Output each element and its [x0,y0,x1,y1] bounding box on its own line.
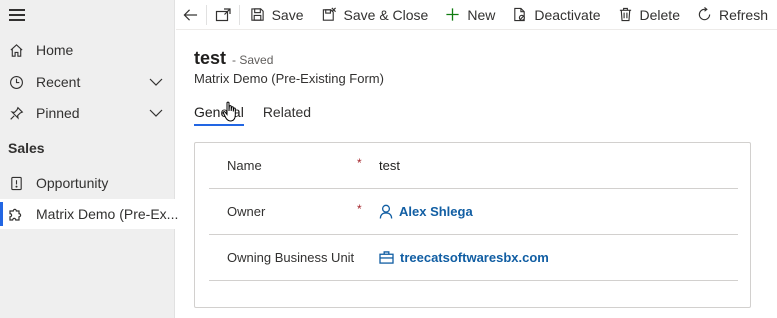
pin-icon [8,105,24,121]
puzzle-icon [8,206,24,222]
form-selector[interactable]: Matrix Demo (Pre-Existing Form) [194,71,384,86]
delete-button[interactable]: Delete [610,0,689,30]
briefcase-icon [379,251,394,264]
opportunity-icon [8,175,24,191]
sidebar-item-label: Pinned [36,105,80,121]
sidebar: Home Recent Pinned Sales Opportunity Mat… [0,0,179,318]
sidebar-group-label: Sales [8,140,45,156]
sidebar-item-matrix-demo[interactable]: Matrix Demo (Pre-Ex... [0,199,179,229]
field-row-name: Name * test [209,143,738,189]
mouse-cursor-icon [222,101,236,122]
back-button[interactable] [176,0,204,30]
save-and-close-button[interactable]: Save & Close [313,0,438,30]
deactivate-icon [514,7,526,22]
home-icon [8,42,24,58]
deactivate-button[interactable]: Deactivate [504,0,609,30]
sidebar-item-label: Opportunity [36,175,109,191]
save-icon [250,8,264,21]
record-name: test [194,48,227,68]
name-field[interactable]: test [379,158,400,173]
save-close-icon [322,7,336,21]
sidebar-item-opportunity[interactable]: Opportunity [0,168,175,198]
refresh-button[interactable]: Refresh [689,0,777,30]
sidebar-item-label: Home [36,42,74,58]
divider [238,4,240,25]
sidebar-item-home[interactable]: Home [0,35,175,65]
sidebar-item-recent[interactable]: Recent [0,67,175,97]
plus-icon [446,8,459,21]
field-label: Owner [227,204,266,219]
tab-related[interactable]: Related [263,104,311,126]
hamburger-menu-icon[interactable] [9,9,25,21]
popout-icon [215,7,231,21]
user-icon [379,204,393,219]
business-unit-lookup-link[interactable]: treecatsoftwaresbx.com [379,250,549,265]
open-in-new-window-button[interactable] [209,0,237,30]
field-row-owner: Owner * Alex Shlega [209,189,738,235]
sidebar-item-label: Matrix Demo (Pre-Ex... [36,206,179,222]
required-indicator: * [357,202,362,216]
divider [206,4,207,25]
field-row-owning-business-unit: Owning Business Unit treecatsoftwaresbx.… [209,235,738,281]
record-header: test - Saved [194,48,273,69]
chevron-down-icon[interactable] [149,75,163,89]
record-status: - Saved [232,53,274,67]
command-bar: Save Save & Close New Deactivate Delete … [176,0,777,30]
save-button[interactable]: Save [242,0,313,30]
new-button[interactable]: New [437,0,504,30]
refresh-icon [698,7,711,21]
required-indicator: * [357,156,362,170]
back-arrow-icon [183,8,197,21]
tab-list: General Related [194,104,330,126]
trash-icon [619,7,631,22]
field-label: Owning Business Unit [227,250,355,265]
form-section: Name * test Owner * Alex Shlega Owning B… [194,142,751,308]
field-label: Name [227,158,262,173]
sidebar-item-pinned[interactable]: Pinned [0,98,175,128]
owner-lookup-link[interactable]: Alex Shlega [379,204,473,219]
clock-icon [8,74,24,90]
chevron-down-icon[interactable] [149,106,163,120]
sidebar-item-label: Recent [36,74,81,90]
